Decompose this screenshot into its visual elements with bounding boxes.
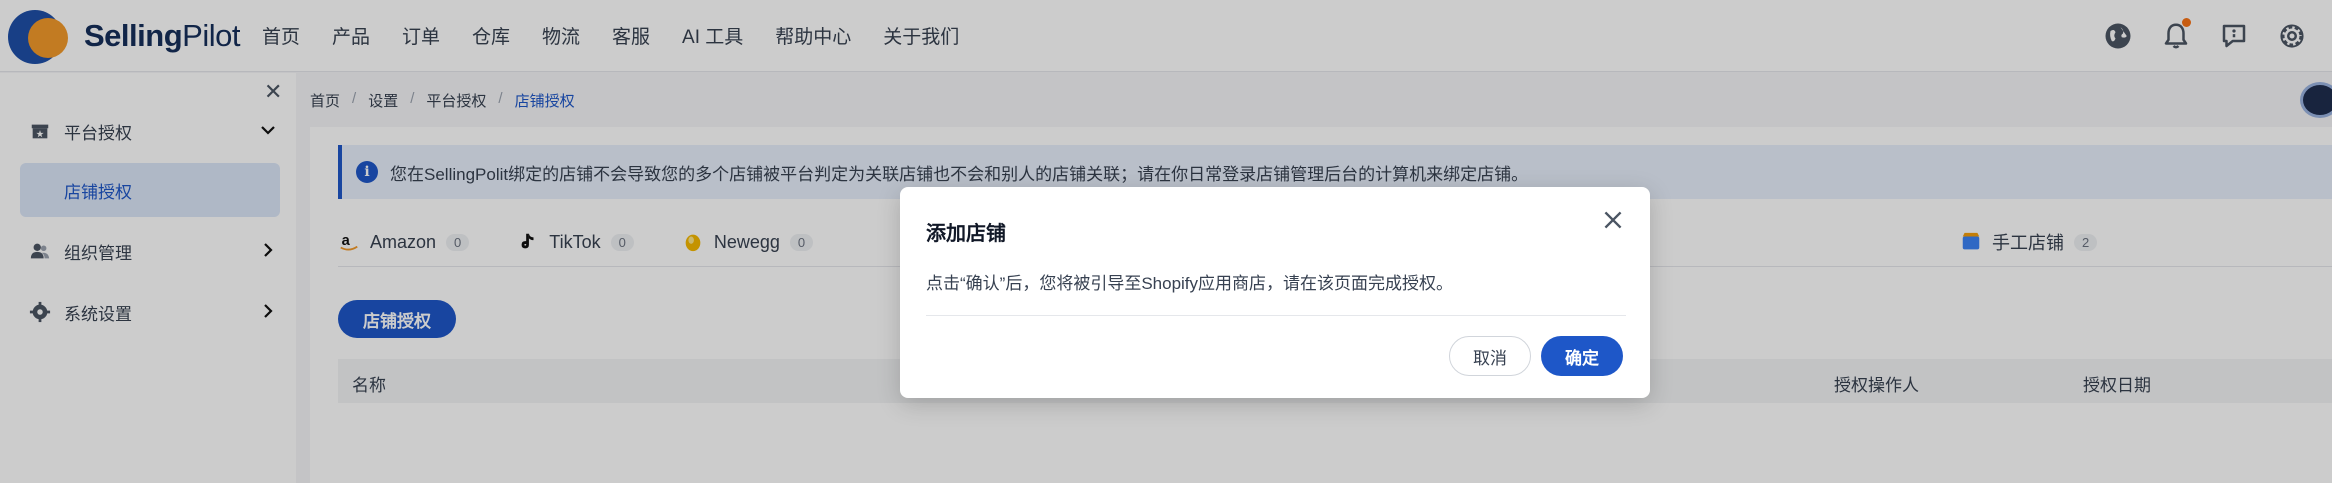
dialog-title: 添加店铺 — [926, 223, 1006, 245]
confirm-button[interactable]: 确定 — [1541, 336, 1623, 376]
cancel-button[interactable]: 取消 — [1449, 336, 1531, 376]
close-icon[interactable] — [1600, 207, 1626, 233]
add-store-dialog: 添加店铺 点击“确认”后，您将被引导至Shopify应用商店，请在该页面完成授权… — [900, 187, 1650, 398]
divider — [926, 315, 1626, 316]
dialog-message: 点击“确认”后，您将被引导至Shopify应用商店，请在该页面完成授权。 — [926, 274, 1454, 293]
